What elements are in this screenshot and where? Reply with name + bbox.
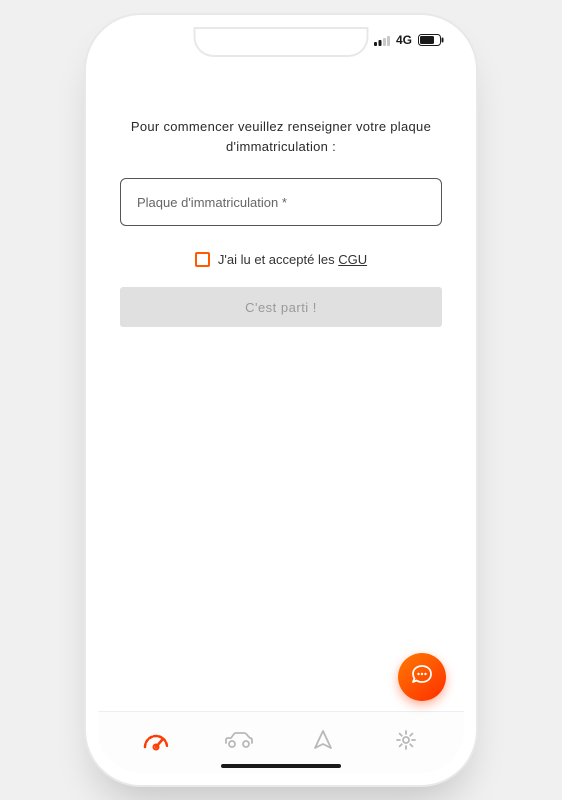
submit-button[interactable]: C'est parti ! [120, 287, 442, 327]
chat-icon [409, 662, 435, 693]
cgu-row: J'ai lu et accepté les CGU [195, 252, 367, 267]
car-icon [224, 731, 254, 754]
nav-navigate[interactable] [305, 725, 341, 761]
cgu-text: J'ai lu et accepté les CGU [218, 252, 367, 267]
status-bar: 4G [374, 33, 444, 47]
battery-icon [418, 34, 444, 46]
cgu-checkbox[interactable] [195, 252, 210, 267]
content-area: Pour commencer veuillez renseigner votre… [98, 77, 464, 711]
home-indicator[interactable] [221, 764, 341, 768]
nav-dashboard[interactable] [138, 725, 174, 761]
nav-settings[interactable] [388, 725, 424, 761]
notch [194, 27, 369, 57]
chat-fab[interactable] [398, 653, 446, 701]
instruction-text: Pour commencer veuillez renseigner votre… [121, 117, 441, 156]
network-label: 4G [396, 33, 412, 47]
gear-icon [395, 729, 417, 756]
plate-input[interactable] [120, 178, 442, 226]
signal-icon [374, 35, 390, 46]
phone-frame: 4G Pour commencer veuillez renseigner vo… [86, 15, 476, 785]
cgu-link[interactable]: CGU [338, 252, 367, 267]
gauge-icon [142, 729, 170, 756]
nav-vehicle[interactable] [221, 725, 257, 761]
cgu-prefix: J'ai lu et accepté les [218, 252, 338, 267]
navigate-icon [312, 729, 334, 756]
screen: Pour commencer veuillez renseigner votre… [98, 27, 464, 773]
